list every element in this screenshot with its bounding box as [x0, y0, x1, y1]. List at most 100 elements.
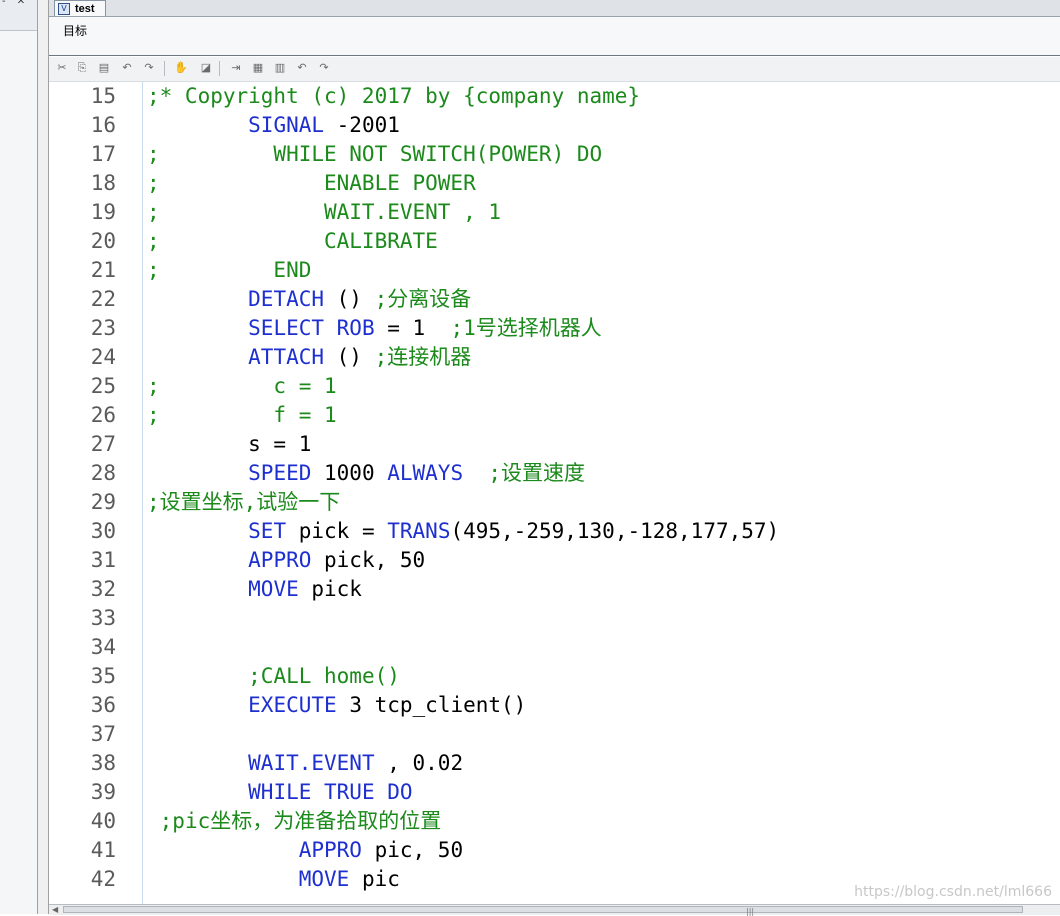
code-line[interactable]: 31 APPRO pick, 50 — [49, 546, 1060, 575]
code-comment: ;连接机器 — [374, 345, 472, 369]
code-line[interactable]: 21 ; END — [49, 256, 1060, 285]
paste-icon[interactable]: ▤ — [97, 61, 111, 75]
code-line[interactable]: 23 SELECT ROB = 1 ;1号选择机器人 — [49, 314, 1060, 343]
code-line[interactable]: 26 ; f = 1 — [49, 401, 1060, 430]
redo2-icon[interactable]: ↷ — [317, 61, 331, 75]
code-text: SET pick = TRANS(495,-259,130,-128,177,5… — [147, 517, 779, 546]
line-number: 23 — [90, 316, 116, 340]
code-line[interactable]: 15 ;* Copyright (c) 2017 by {company name… — [49, 82, 1060, 111]
code-text: ; WAIT.EVENT , 1 — [147, 198, 501, 227]
code-comment: ; f = 1 — [147, 403, 337, 427]
code-text: ;CALL home() — [147, 662, 400, 691]
code-token: s = 1 — [147, 432, 312, 456]
line-number: 39 — [90, 780, 116, 804]
toolbar-separator — [219, 61, 220, 76]
code-comment: ;* Copyright (c) 2017 by {company name} — [147, 84, 641, 108]
code-line[interactable]: 32 MOVE pick — [49, 575, 1060, 604]
code-token: , 0.02 — [374, 751, 464, 775]
line-number: 24 — [90, 345, 116, 369]
code-keyword: DETACH — [248, 287, 325, 311]
code-keyword: MOVE — [298, 867, 350, 891]
code-text: ; CALIBRATE — [147, 227, 438, 256]
code-comment: ; c = 1 — [147, 374, 337, 398]
code-line[interactable]: 28 SPEED 1000 ALWAYS ;设置速度 — [49, 459, 1060, 488]
code-keyword: TRANS — [387, 519, 451, 543]
code-line[interactable]: 16 SIGNAL -2001 — [49, 111, 1060, 140]
code-comment: ; CALIBRATE — [147, 229, 438, 253]
eraser-icon[interactable]: ◪ — [199, 61, 213, 75]
code-line[interactable]: 39 WHILE TRUE DO — [49, 778, 1060, 807]
tab-test[interactable]: V test — [54, 0, 106, 16]
line-number: 25 — [90, 374, 116, 398]
code-comment: ;pic坐标，为准备拾取的位置 — [159, 809, 442, 833]
code-keyword: ATTACH — [248, 345, 325, 369]
code-text: ; ENABLE POWER — [147, 169, 476, 198]
code-text: EXECUTE 3 tcp_client() — [147, 691, 526, 720]
code-text: MOVE pic — [147, 865, 400, 894]
code-keyword: EXECUTE — [248, 693, 337, 717]
code-text: APPRO pic, 50 — [147, 836, 463, 865]
code-line[interactable]: 27 s = 1 — [49, 430, 1060, 459]
line-number: 40 — [90, 809, 116, 833]
target-label[interactable]: 目标 — [63, 22, 87, 39]
block-icon[interactable]: ▥ — [273, 61, 287, 75]
code-line[interactable]: 40 ;pic坐标，为准备拾取的位置 — [49, 807, 1060, 836]
line-number: 41 — [90, 838, 116, 862]
line-number: 19 — [90, 200, 116, 224]
code-line[interactable]: 20 ; CALIBRATE — [49, 227, 1060, 256]
code-line[interactable]: 36 EXECUTE 3 tcp_client() — [49, 691, 1060, 720]
code-token: (495,-259,130,-128,177,57) — [450, 519, 780, 543]
redo-icon[interactable]: ↷ — [142, 61, 156, 75]
code-comment: ;CALL home() — [248, 664, 400, 688]
code-text: ;pic坐标，为准备拾取的位置 — [147, 807, 442, 836]
code-keyword: WAIT.EVENT — [248, 751, 375, 775]
code-line[interactable]: 30 SET pick = TRANS(495,-259,130,-128,17… — [49, 517, 1060, 546]
code-comment: ; WAIT.EVENT , 1 — [147, 200, 502, 224]
code-editor[interactable]: 15 ;* Copyright (c) 2017 by {company name… — [49, 82, 1060, 904]
cut-icon[interactable]: ✂ — [55, 61, 69, 75]
indent-icon[interactable]: ⇥ — [229, 61, 243, 75]
copy-icon[interactable]: ⎘ — [75, 61, 89, 75]
scrollbar-thumb[interactable]: ||| — [63, 906, 1023, 916]
code-line[interactable]: 22 DETACH () ;分离设备 — [49, 285, 1060, 314]
code-line[interactable]: 25 ; c = 1 — [49, 372, 1060, 401]
undo2-icon[interactable]: ↶ — [295, 61, 309, 75]
target-bar: 目标 — [49, 17, 1060, 56]
code-line[interactable]: 37 — [49, 720, 1060, 749]
code-comment: ; WHILE NOT SWITCH(POWER) DO — [147, 142, 603, 166]
code-line[interactable]: 41 APPRO pic, 50 — [49, 836, 1060, 865]
code-line[interactable]: 35 ;CALL home() — [49, 662, 1060, 691]
code-line[interactable]: 34 — [49, 633, 1060, 662]
undo-icon[interactable]: ↶ — [120, 61, 134, 75]
code-token: pick — [298, 577, 362, 601]
code-line[interactable]: 18 ; ENABLE POWER — [49, 169, 1060, 198]
code-token: pick = — [286, 519, 388, 543]
code-keyword: SET — [248, 519, 287, 543]
line-number: 37 — [90, 722, 116, 746]
code-text: MOVE pick — [147, 575, 362, 604]
code-line[interactable]: 17 ; WHILE NOT SWITCH(POWER) DO — [49, 140, 1060, 169]
code-line[interactable]: 19 ; WAIT.EVENT , 1 — [49, 198, 1060, 227]
code-text: WHILE TRUE DO — [147, 778, 412, 807]
line-number: 35 — [90, 664, 116, 688]
hand-icon[interactable]: ✋ — [174, 61, 188, 75]
code-line[interactable]: 24 ATTACH () ;连接机器 — [49, 343, 1060, 372]
horizontal-scrollbar[interactable]: ◀ ||| — [49, 904, 1060, 916]
code-line[interactable]: 38 WAIT.EVENT , 0.02 — [49, 749, 1060, 778]
code-text: ; f = 1 — [147, 401, 337, 430]
code-line[interactable]: 29 ;设置坐标,试验一下 — [49, 488, 1060, 517]
call-icon[interactable]: ▦ — [251, 61, 265, 75]
splitter[interactable] — [38, 0, 49, 914]
line-number: 33 — [90, 606, 116, 630]
code-keyword: SPEED — [248, 461, 312, 485]
code-line[interactable]: 33 — [49, 604, 1060, 633]
